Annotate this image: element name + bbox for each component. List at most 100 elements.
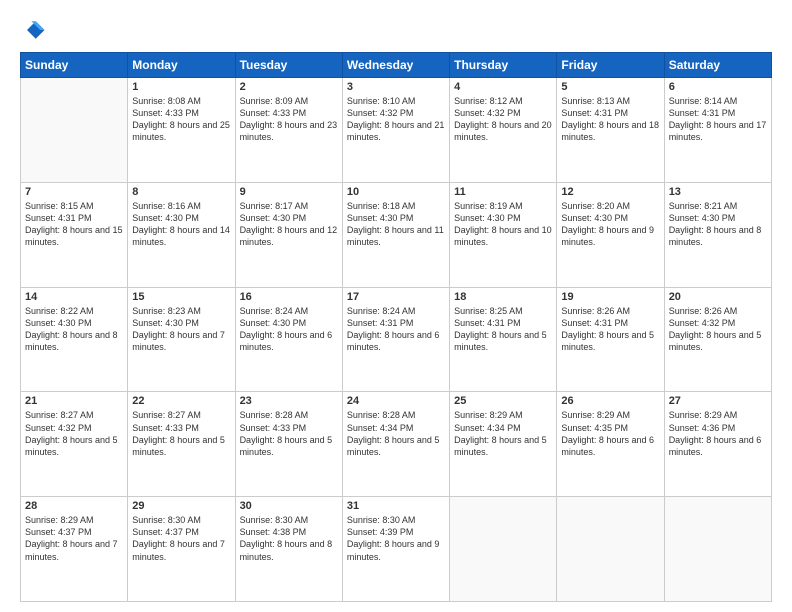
day-number: 21	[25, 395, 123, 407]
weekday-header-monday: Monday	[128, 53, 235, 78]
day-number: 13	[669, 186, 767, 198]
cell-info: Sunrise: 8:12 AM Sunset: 4:32 PM Dayligh…	[454, 95, 552, 144]
calendar-cell: 14 Sunrise: 8:22 AM Sunset: 4:30 PM Dayli…	[21, 287, 128, 392]
weekday-header-wednesday: Wednesday	[342, 53, 449, 78]
cell-info: Sunrise: 8:27 AM Sunset: 4:32 PM Dayligh…	[25, 409, 123, 458]
weekday-header-row: SundayMondayTuesdayWednesdayThursdayFrid…	[21, 53, 772, 78]
calendar-cell: 12 Sunrise: 8:20 AM Sunset: 4:30 PM Dayli…	[557, 182, 664, 287]
day-number: 6	[669, 81, 767, 93]
calendar-cell: 22Sunrise: 8:27 AM Sunset: 4:33 PM Dayli…	[128, 392, 235, 497]
calendar-cell: 30 Sunrise: 8:30 AM Sunset: 4:38 PM Dayli…	[235, 497, 342, 602]
calendar-cell: 24 Sunrise: 8:28 AM Sunset: 4:34 PM Dayli…	[342, 392, 449, 497]
calendar-cell: 7Sunrise: 8:15 AM Sunset: 4:31 PM Daylig…	[21, 182, 128, 287]
day-number: 28	[25, 500, 123, 512]
calendar-cell	[557, 497, 664, 602]
week-row-2: 14 Sunrise: 8:22 AM Sunset: 4:30 PM Dayli…	[21, 287, 772, 392]
cell-info: Sunrise: 8:24 AM Sunset: 4:30 PM Dayligh…	[240, 305, 338, 354]
calendar-cell: 31 Sunrise: 8:30 AM Sunset: 4:39 PM Dayli…	[342, 497, 449, 602]
calendar-cell: 23 Sunrise: 8:28 AM Sunset: 4:33 PM Dayli…	[235, 392, 342, 497]
calendar-cell: 18Sunrise: 8:25 AM Sunset: 4:31 PM Dayli…	[450, 287, 557, 392]
calendar-cell: 5 Sunrise: 8:13 AM Sunset: 4:31 PM Daylig…	[557, 78, 664, 183]
cell-info: Sunrise: 8:29 AM Sunset: 4:34 PM Dayligh…	[454, 409, 552, 458]
week-row-0: 1Sunrise: 8:08 AM Sunset: 4:33 PM Daylig…	[21, 78, 772, 183]
day-number: 3	[347, 81, 445, 93]
calendar-cell: 10 Sunrise: 8:18 AM Sunset: 4:30 PM Dayli…	[342, 182, 449, 287]
day-number: 9	[240, 186, 338, 198]
calendar-cell: 11 Sunrise: 8:19 AM Sunset: 4:30 PM Dayli…	[450, 182, 557, 287]
calendar-cell	[21, 78, 128, 183]
day-number: 7	[25, 186, 123, 198]
cell-info: Sunrise: 8:22 AM Sunset: 4:30 PM Dayligh…	[25, 305, 123, 354]
cell-info: Sunrise: 8:29 AM Sunset: 4:35 PM Dayligh…	[561, 409, 659, 458]
logo-icon	[20, 16, 48, 44]
day-number: 4	[454, 81, 552, 93]
calendar-cell: 27Sunrise: 8:29 AM Sunset: 4:36 PM Dayli…	[664, 392, 771, 497]
calendar-cell: 20 Sunrise: 8:26 AM Sunset: 4:32 PM Dayli…	[664, 287, 771, 392]
day-number: 10	[347, 186, 445, 198]
day-number: 29	[132, 500, 230, 512]
day-number: 26	[561, 395, 659, 407]
day-number: 16	[240, 291, 338, 303]
calendar-cell	[664, 497, 771, 602]
week-row-1: 7Sunrise: 8:15 AM Sunset: 4:31 PM Daylig…	[21, 182, 772, 287]
calendar-cell: 29 Sunrise: 8:30 AM Sunset: 4:37 PM Dayli…	[128, 497, 235, 602]
day-number: 24	[347, 395, 445, 407]
cell-info: Sunrise: 8:13 AM Sunset: 4:31 PM Dayligh…	[561, 95, 659, 144]
day-number: 5	[561, 81, 659, 93]
cell-info: Sunrise: 8:20 AM Sunset: 4:30 PM Dayligh…	[561, 200, 659, 249]
calendar-cell: 19 Sunrise: 8:26 AM Sunset: 4:31 PM Dayli…	[557, 287, 664, 392]
calendar-cell: 17 Sunrise: 8:24 AM Sunset: 4:31 PM Dayli…	[342, 287, 449, 392]
day-number: 31	[347, 500, 445, 512]
day-number: 25	[454, 395, 552, 407]
day-number: 19	[561, 291, 659, 303]
day-number: 12	[561, 186, 659, 198]
day-number: 14	[25, 291, 123, 303]
cell-info: Sunrise: 8:27 AM Sunset: 4:33 PM Dayligh…	[132, 409, 230, 458]
weekday-header-friday: Friday	[557, 53, 664, 78]
cell-info: Sunrise: 8:17 AM Sunset: 4:30 PM Dayligh…	[240, 200, 338, 249]
cell-info: Sunrise: 8:30 AM Sunset: 4:39 PM Dayligh…	[347, 514, 445, 563]
cell-info: Sunrise: 8:24 AM Sunset: 4:31 PM Dayligh…	[347, 305, 445, 354]
calendar-cell: 13 Sunrise: 8:21 AM Sunset: 4:30 PM Dayli…	[664, 182, 771, 287]
cell-info: Sunrise: 8:21 AM Sunset: 4:30 PM Dayligh…	[669, 200, 767, 249]
cell-info: Sunrise: 8:19 AM Sunset: 4:30 PM Dayligh…	[454, 200, 552, 249]
calendar-cell: 8 Sunrise: 8:16 AM Sunset: 4:30 PM Daylig…	[128, 182, 235, 287]
day-number: 20	[669, 291, 767, 303]
week-row-4: 28Sunrise: 8:29 AM Sunset: 4:37 PM Dayli…	[21, 497, 772, 602]
cell-info: Sunrise: 8:16 AM Sunset: 4:30 PM Dayligh…	[132, 200, 230, 249]
cell-info: Sunrise: 8:28 AM Sunset: 4:33 PM Dayligh…	[240, 409, 338, 458]
calendar-cell: 1Sunrise: 8:08 AM Sunset: 4:33 PM Daylig…	[128, 78, 235, 183]
day-number: 30	[240, 500, 338, 512]
day-number: 8	[132, 186, 230, 198]
calendar-cell	[450, 497, 557, 602]
cell-info: Sunrise: 8:28 AM Sunset: 4:34 PM Dayligh…	[347, 409, 445, 458]
day-number: 27	[669, 395, 767, 407]
cell-info: Sunrise: 8:30 AM Sunset: 4:37 PM Dayligh…	[132, 514, 230, 563]
calendar-cell: 3 Sunrise: 8:10 AM Sunset: 4:32 PM Daylig…	[342, 78, 449, 183]
calendar-cell: 4 Sunrise: 8:12 AM Sunset: 4:32 PM Daylig…	[450, 78, 557, 183]
day-number: 2	[240, 81, 338, 93]
page: SundayMondayTuesdayWednesdayThursdayFrid…	[0, 0, 792, 612]
cell-info: Sunrise: 8:23 AM Sunset: 4:30 PM Dayligh…	[132, 305, 230, 354]
weekday-header-sunday: Sunday	[21, 53, 128, 78]
cell-info: Sunrise: 8:10 AM Sunset: 4:32 PM Dayligh…	[347, 95, 445, 144]
cell-info: Sunrise: 8:18 AM Sunset: 4:30 PM Dayligh…	[347, 200, 445, 249]
cell-info: Sunrise: 8:26 AM Sunset: 4:32 PM Dayligh…	[669, 305, 767, 354]
cell-info: Sunrise: 8:26 AM Sunset: 4:31 PM Dayligh…	[561, 305, 659, 354]
day-number: 11	[454, 186, 552, 198]
calendar-cell: 25 Sunrise: 8:29 AM Sunset: 4:34 PM Dayli…	[450, 392, 557, 497]
cell-info: Sunrise: 8:30 AM Sunset: 4:38 PM Dayligh…	[240, 514, 338, 563]
calendar-cell: 16 Sunrise: 8:24 AM Sunset: 4:30 PM Dayli…	[235, 287, 342, 392]
calendar-cell: 28Sunrise: 8:29 AM Sunset: 4:37 PM Dayli…	[21, 497, 128, 602]
calendar-cell: 9 Sunrise: 8:17 AM Sunset: 4:30 PM Daylig…	[235, 182, 342, 287]
day-number: 18	[454, 291, 552, 303]
calendar-cell: 26 Sunrise: 8:29 AM Sunset: 4:35 PM Dayli…	[557, 392, 664, 497]
weekday-header-tuesday: Tuesday	[235, 53, 342, 78]
calendar-table: SundayMondayTuesdayWednesdayThursdayFrid…	[20, 52, 772, 602]
weekday-header-saturday: Saturday	[664, 53, 771, 78]
calendar-cell: 21 Sunrise: 8:27 AM Sunset: 4:32 PM Dayli…	[21, 392, 128, 497]
cell-info: Sunrise: 8:09 AM Sunset: 4:33 PM Dayligh…	[240, 95, 338, 144]
logo	[20, 16, 52, 44]
day-number: 17	[347, 291, 445, 303]
day-number: 23	[240, 395, 338, 407]
